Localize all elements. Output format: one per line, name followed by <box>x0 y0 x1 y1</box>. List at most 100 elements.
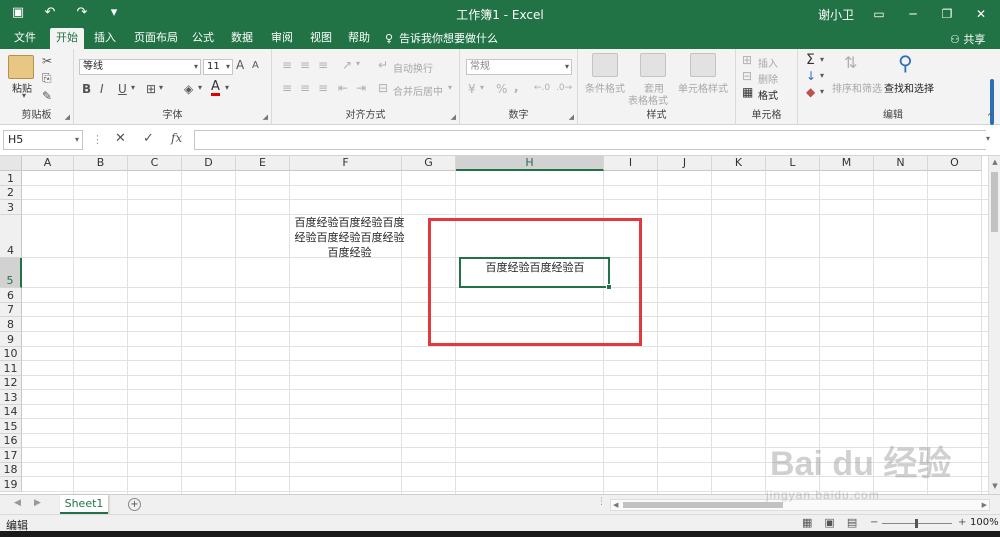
collapse-ribbon-icon[interactable]: ⌃ <box>986 113 994 123</box>
alignment-launcher-icon[interactable]: ◢ <box>451 113 456 121</box>
column-header-H[interactable]: H <box>456 156 604 171</box>
next-sheet-icon[interactable]: ▶ <box>34 498 41 508</box>
sort-filter-label[interactable]: 排序和筛选 <box>832 80 882 95</box>
cell-F4[interactable]: 百度经验百度经验百度经验百度经验百度经验百度经验 <box>293 215 406 260</box>
format-as-table-icon[interactable] <box>640 53 666 77</box>
row-header-17[interactable]: 17 <box>0 448 22 463</box>
italic-button[interactable]: I <box>100 82 104 96</box>
prev-sheet-icon[interactable]: ◀ <box>14 498 21 508</box>
paste-dropdown-icon[interactable]: ▾ <box>22 91 26 100</box>
copy-icon[interactable]: ⎘ <box>42 71 52 86</box>
percent-button[interactable]: % <box>496 82 507 96</box>
font-name-box[interactable]: 等线 ▾ <box>79 59 201 75</box>
align-top-icon[interactable]: ≡ <box>282 58 292 72</box>
scroll-left-icon[interactable]: ◀ <box>613 500 618 510</box>
zoom-slider-knob[interactable] <box>915 519 918 528</box>
font-color-dropdown-icon[interactable]: ▾ <box>225 83 229 92</box>
wrap-text-icon[interactable]: ↵ <box>378 58 388 72</box>
row-header-12[interactable]: 12 <box>0 376 22 390</box>
tab-view[interactable]: 视图 <box>304 28 338 49</box>
cut-icon[interactable]: ✂ <box>42 54 52 68</box>
find-select-label[interactable]: 查找和选择 <box>884 80 934 95</box>
format-painter-icon[interactable]: ✎ <box>42 89 52 103</box>
delete-cells-icon[interactable]: ⊟ <box>742 69 752 83</box>
fill-dropdown-icon[interactable]: ▾ <box>820 71 824 80</box>
cell-styles-icon[interactable] <box>690 53 716 77</box>
fill-dropdown-icon[interactable]: ▾ <box>198 83 202 92</box>
format-as-table-label-2[interactable]: 表格格式 <box>628 92 668 107</box>
restore-icon[interactable]: ❐ <box>930 3 964 25</box>
autosum-icon[interactable]: Σ <box>806 52 815 68</box>
cancel-icon[interactable]: ✕ <box>115 131 126 146</box>
row-header-8[interactable]: 8 <box>0 317 22 332</box>
page-break-view-icon[interactable]: ▤ <box>847 516 857 529</box>
increase-indent-icon[interactable]: ⇥ <box>356 81 366 95</box>
find-select-icon[interactable]: ⚲ <box>898 51 913 75</box>
grow-font-icon[interactable]: A <box>236 58 244 72</box>
currency-dropdown-icon[interactable]: ▾ <box>480 83 484 92</box>
align-left-icon[interactable]: ≡ <box>282 81 292 95</box>
column-header-F[interactable]: F <box>290 156 402 171</box>
row-header-7[interactable]: 7 <box>0 303 22 317</box>
column-header-L[interactable]: L <box>766 156 820 171</box>
currency-icon[interactable]: ¥ <box>468 82 476 96</box>
normal-view-icon[interactable]: ▦ <box>802 516 812 529</box>
enter-icon[interactable]: ✓ <box>143 131 154 146</box>
merge-center-label[interactable]: 合并后居中 <box>393 83 443 98</box>
row-header-15[interactable]: 15 <box>0 419 22 434</box>
row-header-16[interactable]: 16 <box>0 434 22 448</box>
font-color-icon[interactable]: A <box>211 80 220 96</box>
wrap-text-label[interactable]: 自动换行 <box>393 60 433 75</box>
select-all-corner[interactable] <box>0 156 22 171</box>
page-layout-view-icon[interactable]: ▣ <box>824 516 834 529</box>
sheet-tab-sheet1[interactable]: Sheet1 <box>60 495 108 514</box>
align-center-icon[interactable]: ≡ <box>300 81 310 95</box>
row-header-6[interactable]: 6 <box>0 288 22 303</box>
row-header-5[interactable]: 5 <box>0 258 22 288</box>
clipboard-launcher-icon[interactable]: ◢ <box>65 113 70 121</box>
number-launcher-icon[interactable]: ◢ <box>569 113 574 121</box>
cell-styles-label[interactable]: 单元格样式 <box>678 80 728 95</box>
tab-formulas[interactable]: 公式 <box>186 28 220 49</box>
insert-cells-label[interactable]: 插入 <box>758 55 778 70</box>
scroll-up-icon[interactable]: ▲ <box>989 158 1000 166</box>
row-header-2[interactable]: 2 <box>0 186 22 200</box>
close-icon[interactable]: ✕ <box>964 3 998 25</box>
orientation-dropdown-icon[interactable]: ▾ <box>356 59 360 68</box>
row-header-18[interactable]: 18 <box>0 463 22 477</box>
font-launcher-icon[interactable]: ◢ <box>263 113 268 121</box>
merge-dropdown-icon[interactable]: ▾ <box>448 83 452 92</box>
fill-down-icon[interactable]: ↓ <box>806 69 816 83</box>
number-format-box[interactable]: 常规 ▾ <box>466 59 572 75</box>
align-bottom-icon[interactable]: ≡ <box>318 58 328 72</box>
align-right-icon[interactable]: ≡ <box>318 81 328 95</box>
row-header-13[interactable]: 13 <box>0 390 22 405</box>
bold-button[interactable]: B <box>82 82 91 96</box>
column-header-C[interactable]: C <box>128 156 182 171</box>
border-dropdown-icon[interactable]: ▾ <box>159 83 163 92</box>
decrease-indent-icon[interactable]: ⇤ <box>338 81 348 95</box>
tab-home[interactable]: 开始 <box>50 28 84 49</box>
name-box[interactable]: H5 ▾ <box>3 130 83 150</box>
insert-function-icon[interactable]: fx <box>171 131 182 145</box>
orientation-icon[interactable]: ↗ <box>342 58 352 72</box>
column-header-I[interactable]: I <box>604 156 658 171</box>
increase-decimal-icon[interactable]: ←.0 <box>534 83 550 93</box>
column-header-A[interactable]: A <box>22 156 74 171</box>
column-header-K[interactable]: K <box>712 156 766 171</box>
row-header-9[interactable]: 9 <box>0 332 22 347</box>
formula-input[interactable] <box>194 130 986 150</box>
share-button[interactable]: ⚇ 共享 <box>950 31 985 47</box>
tell-me-box[interactable]: ♀ 告诉我你想要做什么 <box>385 30 498 46</box>
column-header-B[interactable]: B <box>74 156 128 171</box>
add-sheet-icon[interactable]: + <box>128 498 141 511</box>
delete-cells-label[interactable]: 删除 <box>758 71 778 86</box>
tab-file[interactable]: 文件 <box>8 28 42 49</box>
tab-help[interactable]: 帮助 <box>342 28 376 49</box>
shrink-font-icon[interactable]: A <box>252 60 259 71</box>
row-header-3[interactable]: 3 <box>0 200 22 215</box>
comma-button[interactable]: , <box>514 80 519 94</box>
zoom-percent[interactable]: 100% <box>970 517 999 528</box>
row-header-10[interactable]: 10 <box>0 347 22 361</box>
clear-icon[interactable]: ◆ <box>806 85 815 99</box>
